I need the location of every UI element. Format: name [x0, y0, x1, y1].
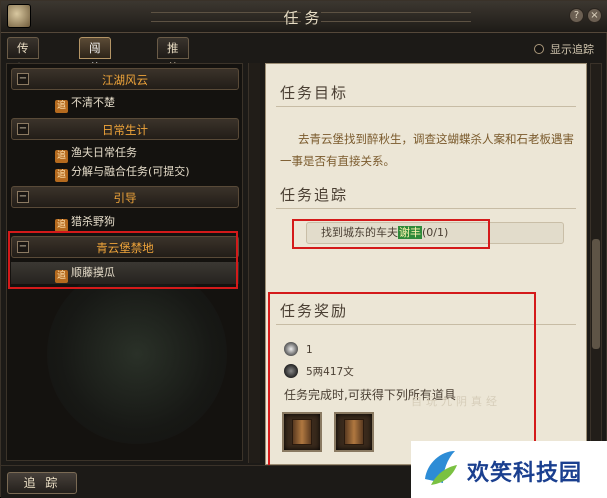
- goal-text: 去青云堡找到醉秋生，调查这蝴蝶杀人案和石老板遇害一事是否有直接关系。: [280, 132, 574, 168]
- help-icon[interactable]: ?: [569, 8, 584, 23]
- list-item[interactable]: 追猎杀野狗: [55, 214, 115, 232]
- brand-watermark: 欢笑科技园: [411, 441, 607, 498]
- scrollbar-thumb[interactable]: [592, 239, 600, 349]
- quest-group[interactable]: − 引导: [11, 186, 239, 208]
- track-heading: 任务追踪: [280, 186, 349, 204]
- tab-recommended[interactable]: 推荐任务: [157, 37, 189, 115]
- goal-heading: 任务目标: [280, 84, 349, 102]
- divider: [276, 106, 576, 107]
- highlight-box: [8, 231, 238, 289]
- close-icon[interactable]: ×: [587, 8, 602, 23]
- brand-text: 欢笑科技园: [467, 461, 583, 486]
- list-item[interactable]: 追渔夫日常任务: [55, 145, 137, 163]
- track-badge-icon: 追: [55, 100, 68, 113]
- highlight-box: [292, 219, 490, 249]
- tab-biography[interactable]: 传记小说: [7, 37, 39, 115]
- list-item[interactable]: 追不清不楚: [55, 95, 115, 113]
- list-item-label: 分解与融合任务(可提交): [71, 165, 190, 178]
- track-badge-icon: 追: [55, 169, 68, 182]
- show-track-label: 显示追踪: [550, 43, 594, 56]
- group-label: 江湖风云: [102, 73, 148, 87]
- trace-button[interactable]: 追 踪: [7, 472, 77, 494]
- background-art: [47, 264, 227, 444]
- list-item-label: 猎杀野狗: [71, 215, 115, 228]
- brand-logo-icon: [425, 451, 457, 485]
- quest-group[interactable]: − 江湖风云: [11, 68, 239, 90]
- title-bar[interactable]: 任务 ? ×: [1, 1, 607, 33]
- list-item[interactable]: 追分解与融合任务(可提交): [55, 164, 190, 182]
- tab-wander-jianghu[interactable]: 闯荡江湖: [79, 37, 111, 115]
- radio-icon[interactable]: [534, 44, 544, 54]
- track-badge-icon: 追: [55, 150, 68, 163]
- list-scrollbar[interactable]: [248, 63, 260, 463]
- list-item-label: 渔夫日常任务: [71, 146, 137, 159]
- show-track-toggle[interactable]: 显示追踪: [534, 41, 594, 57]
- group-label: 引导: [113, 191, 137, 205]
- quest-group[interactable]: − 日常生计: [11, 118, 239, 140]
- list-item-label: 不清不楚: [71, 96, 115, 109]
- quest-window: 任务 ? × 传记小说 闯荡江湖 推荐任务 显示追踪 − 江湖风云 追不清不楚 …: [0, 0, 607, 498]
- divider: [276, 208, 576, 209]
- watermark: 自玩九阴真经: [411, 395, 501, 408]
- group-label: 日常生计: [102, 123, 148, 137]
- detail-scrollbar[interactable]: [590, 63, 602, 465]
- window-title: 任务: [283, 9, 326, 27]
